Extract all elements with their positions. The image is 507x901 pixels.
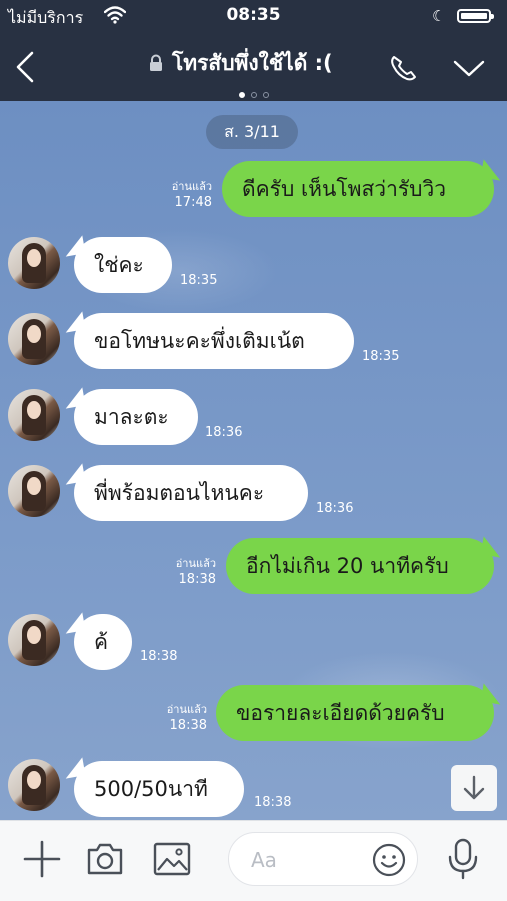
message-bubble-outgoing[interactable]: ดีครับ เห็นโพสว่ารับวิว bbox=[222, 161, 494, 217]
message-bubble-incoming[interactable]: ค้ bbox=[74, 614, 132, 670]
scroll-down-button[interactable] bbox=[451, 765, 497, 811]
avatar[interactable] bbox=[8, 389, 60, 441]
battery-icon bbox=[457, 9, 494, 23]
status-bar: ไม่มีบริการ 08:35 ☾ bbox=[0, 0, 507, 32]
bubble-tail bbox=[480, 159, 504, 181]
emoji-icon[interactable] bbox=[371, 842, 407, 878]
message-input[interactable]: Aa bbox=[228, 832, 418, 886]
message-bubble-incoming[interactable]: 500/50นาที bbox=[74, 761, 244, 817]
scroll-down-icon bbox=[463, 775, 485, 800]
chat-title: โทรสับพึ่งใช้ได้ :( bbox=[172, 50, 333, 75]
image-icon[interactable] bbox=[152, 839, 192, 879]
header-bar: ไม่มีบริการ 08:35 ☾ โทรสับพึ่งใช้ได้ :( bbox=[0, 0, 507, 101]
bubble-tail bbox=[480, 536, 504, 558]
message-input-placeholder: Aa bbox=[251, 848, 277, 872]
avatar[interactable] bbox=[8, 614, 60, 666]
message-bubble-incoming[interactable]: พี่พร้อมตอนไหนคะ bbox=[74, 465, 308, 521]
lock-icon bbox=[150, 54, 162, 71]
bubble-tail bbox=[480, 683, 504, 705]
message-time: 18:35 bbox=[180, 273, 218, 288]
back-icon[interactable] bbox=[10, 50, 40, 84]
moon-icon: ☾ bbox=[432, 7, 446, 25]
read-receipt: อ่านแล้ว bbox=[175, 557, 216, 570]
message-time: 18:36 bbox=[205, 425, 243, 440]
read-receipt: อ่านแล้ว bbox=[166, 703, 207, 716]
microphone-icon[interactable] bbox=[446, 837, 480, 881]
message-bubble-outgoing[interactable]: ขอรายละเอียดด้วยครับ bbox=[216, 685, 494, 741]
message-meta: อ่านแล้ว 17:48 bbox=[172, 179, 212, 211]
message-bubble-incoming[interactable]: มาละตะ bbox=[74, 389, 198, 445]
page-dot bbox=[262, 92, 269, 98]
date-separator: ส. 3/11 bbox=[206, 115, 298, 149]
chat-title-area[interactable]: โทรสับพึ่งใช้ได้ :( bbox=[148, 48, 333, 78]
avatar[interactable] bbox=[8, 237, 60, 289]
message-time: 18:35 bbox=[362, 349, 400, 364]
chat-area[interactable]: ส. 3/11 อ่านแล้ว 17:48 ดีครับ เห็นโพสว่า… bbox=[0, 101, 507, 820]
read-receipt: อ่านแล้ว bbox=[171, 180, 212, 193]
avatar[interactable] bbox=[8, 759, 60, 811]
chevron-down-icon[interactable] bbox=[450, 52, 488, 84]
message-time: 18:38 bbox=[169, 718, 207, 733]
plus-icon[interactable] bbox=[22, 839, 62, 879]
page-indicator bbox=[0, 83, 507, 102]
message-time: 18:38 bbox=[140, 649, 178, 664]
message-input-bar: Aa bbox=[0, 820, 507, 901]
message-time: 17:48 bbox=[174, 195, 212, 210]
page-dot-active bbox=[238, 92, 245, 98]
message-time: 18:36 bbox=[316, 501, 354, 516]
avatar[interactable] bbox=[8, 465, 60, 517]
message-time: 18:38 bbox=[178, 572, 216, 587]
message-bubble-outgoing[interactable]: อีกไม่เกิน 20 นาทีครับ bbox=[226, 538, 494, 594]
message-bubble-incoming[interactable]: ใช่คะ bbox=[74, 237, 172, 293]
page-dot bbox=[250, 92, 257, 98]
message-meta: อ่านแล้ว 18:38 bbox=[167, 702, 207, 734]
camera-icon[interactable] bbox=[84, 839, 126, 879]
message-meta: อ่านแล้ว 18:38 bbox=[176, 556, 216, 588]
avatar[interactable] bbox=[8, 313, 60, 365]
message-time: 18:38 bbox=[254, 795, 292, 810]
phone-icon[interactable] bbox=[386, 52, 422, 84]
status-time: 08:35 bbox=[226, 5, 281, 25]
message-bubble-incoming[interactable]: ขอโทษนะคะพึ่งเติมเน้ต bbox=[74, 313, 354, 369]
